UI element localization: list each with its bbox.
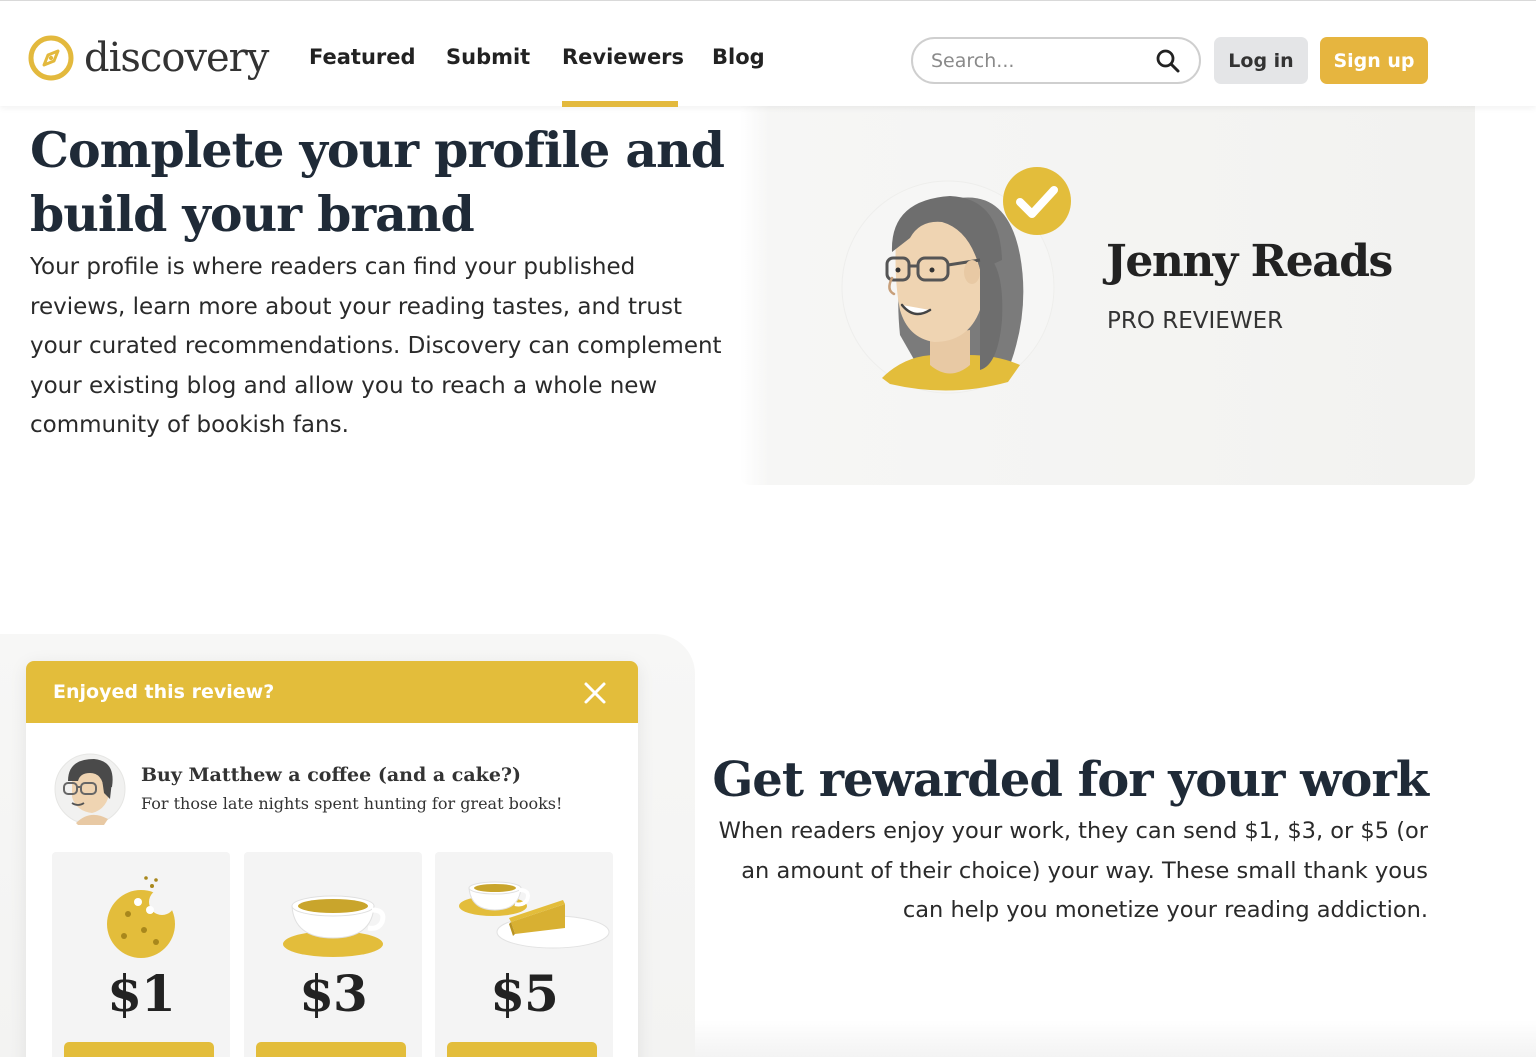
reward-section-description: When readers enjoy your work, they can s… [718, 818, 1428, 923]
coffee-cup-icon [283, 895, 386, 957]
reviewer-name: Jenny Reads [1106, 236, 1393, 287]
tip-amount: $5 [490, 964, 559, 1023]
tip-option-1[interactable]: $1 [52, 852, 230, 1057]
compass-logo-icon [28, 35, 74, 81]
cookie-icon [107, 876, 175, 958]
close-icon[interactable] [583, 681, 607, 705]
verified-check-icon [1003, 167, 1071, 235]
active-nav-indicator [562, 101, 678, 107]
nav-reviewers[interactable]: Reviewers [562, 45, 684, 69]
tip-modal-header: Enjoyed this review? [26, 661, 638, 723]
section-divider [695, 1020, 1536, 1057]
matthew-avatar [54, 753, 126, 825]
login-button[interactable]: Log in [1214, 37, 1308, 84]
logo[interactable]: discovery [28, 35, 269, 81]
search-icon[interactable] [1155, 48, 1181, 74]
top-navigation-bar: discovery Featured Submit Reviewers Blog… [0, 0, 1536, 107]
search-input[interactable] [931, 49, 1141, 73]
tip-amount: $1 [107, 964, 176, 1023]
tip-modal-title: Enjoyed this review? [53, 681, 275, 703]
buy-coffee-subtitle: For those late nights spent hunting for … [141, 794, 563, 813]
nav-featured[interactable]: Featured [309, 45, 416, 69]
jenny-avatar [841, 167, 1071, 394]
tip-button-1[interactable] [64, 1042, 214, 1057]
tip-button-3[interactable] [256, 1042, 406, 1057]
nav-submit[interactable]: Submit [446, 45, 530, 69]
signup-button[interactable]: Sign up [1320, 37, 1428, 84]
tip-button-5[interactable] [447, 1042, 597, 1057]
coffee-and-cake-icon [459, 881, 610, 949]
nav-blog[interactable]: Blog [712, 45, 765, 69]
buy-coffee-title: Buy Matthew a coffee (and a cake?) [141, 764, 522, 786]
search-box [911, 37, 1201, 84]
tip-option-5[interactable]: $5 [435, 852, 613, 1057]
tip-amount: $3 [299, 964, 368, 1023]
reward-section-heading: Get rewarded for your work [712, 752, 1429, 808]
tip-option-3[interactable]: $3 [244, 852, 422, 1057]
logo-text: discovery [84, 35, 269, 81]
tip-modal: Enjoyed this review? Buy Matthew a coffe… [26, 661, 638, 1057]
profile-section-description: Your profile is where readers can find y… [30, 254, 722, 438]
profile-section-heading: Complete your profile and build your bra… [30, 121, 725, 243]
reviewer-role: PRO REVIEWER [1107, 308, 1284, 334]
